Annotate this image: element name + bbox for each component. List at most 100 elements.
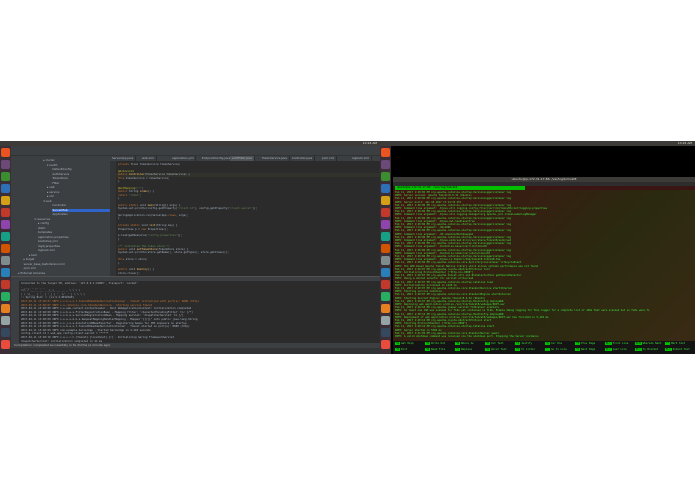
code-line: p.load(getResource("config.properties"))… xyxy=(118,234,183,238)
terminal-output[interactable]: Feb 11, 2017 1:40:06 PM org.apache.catal… xyxy=(393,190,695,341)
launcher-app-icon[interactable] xyxy=(381,280,390,289)
shortcut-key: ^K Cut Text xyxy=(485,342,504,345)
launcher-app-icon[interactable] xyxy=(381,160,390,169)
launcher-app-icon[interactable] xyxy=(381,328,390,337)
launcher-app-icon[interactable] xyxy=(1,268,10,277)
code-line: private final TokenService tokenService; xyxy=(118,163,181,166)
unity-launcher-right xyxy=(380,146,391,354)
code-line: SpringApplication.run(ServerApp.class, a… xyxy=(118,214,189,217)
launcher-app-icon[interactable] xyxy=(381,244,390,253)
terminal-window[interactable]: ubuntu@ip-172-31-17-86: /var/log/tomcat8… xyxy=(393,177,695,354)
unity-launcher xyxy=(0,146,11,354)
project-tree-item[interactable]: templates xyxy=(38,230,110,235)
code-line: } xyxy=(118,197,120,200)
code-editor[interactable]: private final TokenService tokenService;… xyxy=(110,161,380,276)
launcher-app-icon[interactable] xyxy=(381,184,390,193)
launcher-app-icon[interactable] xyxy=(1,328,10,337)
shortcut-key: M-\ First Line xyxy=(605,342,629,345)
launcher-app-icon[interactable] xyxy=(1,304,10,313)
shortcut-key: M-W WhereIs Next xyxy=(635,342,662,345)
code-line: } xyxy=(118,261,120,265)
project-tree-item[interactable]: pom.xml xyxy=(24,266,110,271)
launcher-app-icon[interactable] xyxy=(1,232,10,241)
project-tree-item[interactable]: server_base_testintersion.iml xyxy=(24,262,110,267)
launcher-app-icon[interactable] xyxy=(381,316,390,325)
launcher-app-icon[interactable] xyxy=(1,280,10,289)
launcher-app-icon[interactable] xyxy=(381,220,390,229)
project-tree-item[interactable]: ▸ test xyxy=(29,253,110,258)
code-line: } xyxy=(118,180,120,183)
left-monitor: 10:24 AM FileEditViewNavigateCodeAnalyze… xyxy=(0,141,380,354)
panel-clock-right: 10:24 AM xyxy=(677,141,692,145)
launcher-app-icon[interactable] xyxy=(381,256,390,265)
launcher-app-icon[interactable] xyxy=(381,268,390,277)
shortcut-key: ^R Read File xyxy=(425,347,446,351)
launcher-app-icon[interactable] xyxy=(381,172,390,181)
launcher-app-icon[interactable] xyxy=(1,172,10,181)
project-tree-item[interactable]: ▸ service xyxy=(47,190,110,195)
launcher-app-icon[interactable] xyxy=(1,316,10,325)
project-tree-item[interactable]: ▸ rest xyxy=(47,185,110,190)
project-tree-item[interactable]: Controller xyxy=(52,203,110,208)
project-tree-item[interactable]: DefaultConfig xyxy=(52,167,110,172)
launcher-app-icon[interactable] xyxy=(1,244,10,253)
code-line: } xyxy=(118,217,120,221)
launcher-app-icon[interactable] xyxy=(1,256,10,265)
launcher-app-icon[interactable] xyxy=(381,304,390,313)
shortcut-key: M-/Last Line xyxy=(605,347,627,351)
launcher-app-icon[interactable] xyxy=(381,208,390,217)
shortcut-key: ^V Next Page xyxy=(575,347,596,351)
shortcut-key: ^X Exit xyxy=(395,347,408,351)
project-tree-item[interactable]: Filter xyxy=(52,181,110,186)
launcher-app-icon[interactable] xyxy=(1,160,10,169)
launcher-app-icon[interactable] xyxy=(1,340,10,349)
launcher-app-icon[interactable] xyxy=(381,340,390,349)
shortcut-key: ^C Cur Pos xyxy=(545,342,563,345)
run-toolbar xyxy=(11,281,19,343)
shortcut-key: M-} Indent Text xyxy=(665,347,690,351)
project-tree-item[interactable]: TokenStore xyxy=(52,176,110,181)
project-tree-item[interactable]: bootstrap.yml xyxy=(38,239,110,244)
launcher-app-icon[interactable] xyxy=(1,196,10,205)
code-line: System.out.println(store.getName(), stor… xyxy=(118,251,229,255)
shortcut-key: M-] To Bracket xyxy=(635,347,659,351)
right-monitor: 10:24 AM ubuntu@ip-172-31-17-86: /var/lo… xyxy=(380,141,695,354)
code-line: return "index"; xyxy=(118,193,142,197)
launcher-app-icon[interactable] xyxy=(1,148,10,157)
project-tree-item[interactable]: logback.xml xyxy=(38,248,110,253)
project-tree-item[interactable]: ▸ config xyxy=(38,221,110,226)
project-tree-item[interactable]: ▸ External Libraries xyxy=(18,271,110,276)
launcher-app-icon[interactable] xyxy=(381,292,390,301)
shortcut-key: ^T To Linter xyxy=(515,347,536,351)
run-console[interactable]: Connected to the target VM, address: '12… xyxy=(19,281,380,343)
launcher-app-icon[interactable] xyxy=(1,292,10,301)
project-tree-item[interactable]: ▸ target xyxy=(24,257,110,262)
shortcut-key: ^J Justify xyxy=(515,342,533,345)
code-line: this.tokenService = tokenService; xyxy=(118,176,170,180)
shortcut-key: ^U Uncut Text xyxy=(485,347,507,351)
shortcut-key: ^Y Prev Page xyxy=(575,342,596,345)
project-tree-panel[interactable]: ▸ model ▾ oauth DefaultConfig AuthService To… xyxy=(11,156,110,276)
shortcut-key: ^O Write Out xyxy=(425,342,446,345)
project-tree-item[interactable]: ▸ model xyxy=(43,158,110,163)
shortcut-key: ^G Get Help xyxy=(395,342,414,345)
code-line: } xyxy=(118,237,120,241)
project-tree-item[interactable]: Application xyxy=(52,212,110,217)
launcher-app-icon[interactable] xyxy=(1,220,10,229)
code-line: Properties p = new Properties(); xyxy=(118,227,168,231)
launcher-app-icon[interactable] xyxy=(1,184,10,193)
launcher-app-icon[interactable] xyxy=(381,196,390,205)
launcher-app-icon[interactable] xyxy=(381,232,390,241)
code-line: store.close(); xyxy=(118,271,140,275)
project-tree-item[interactable]: ▸ util xyxy=(47,194,110,199)
log-line: INFO: A valid shutdown command was recei… xyxy=(395,335,540,338)
launcher-app-icon[interactable] xyxy=(381,148,390,157)
shortcut-key: ^_ Go To Line xyxy=(545,347,567,351)
ide-bottom-strip xyxy=(11,348,380,354)
ubuntu-top-panel-right: 10:24 AM xyxy=(380,141,695,146)
launcher-app-icon[interactable] xyxy=(1,208,10,217)
code-line: System.out.println(config.getProperty("c… xyxy=(118,207,258,211)
shortcut-key: ^W Where Is xyxy=(455,342,474,345)
nano-shortcut-bar: ^G Get Help ^O Write Out ^W Where Is ^K Cut Tex… xyxy=(393,341,695,354)
line-gutter xyxy=(110,161,116,276)
